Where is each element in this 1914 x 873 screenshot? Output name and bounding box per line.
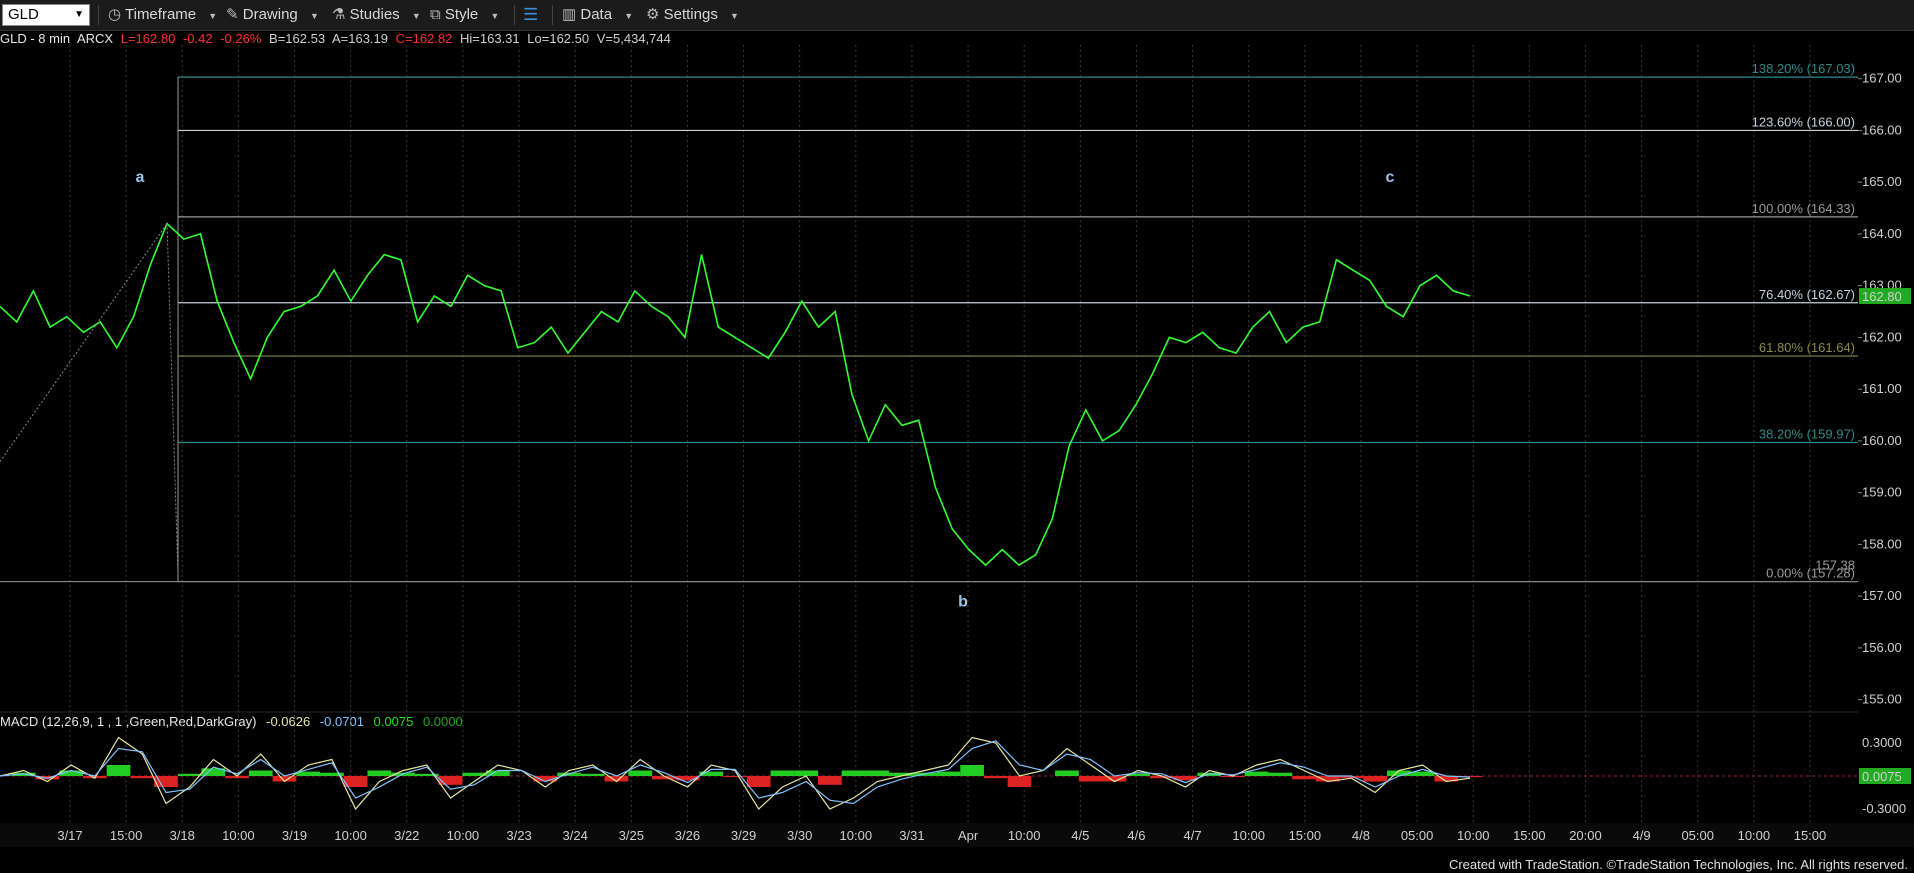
macd-histogram-bar	[367, 770, 392, 776]
macd-histogram-bar	[438, 776, 463, 785]
date-tick-label: 10:00	[1457, 828, 1490, 843]
date-tick-label: 3/24	[563, 828, 588, 843]
date-tick-label: 3/31	[899, 828, 924, 843]
fib-level-label: 76.40% (162.67)	[1759, 287, 1855, 302]
price-series	[0, 222, 1471, 576]
macd-histogram-bar	[628, 770, 653, 776]
fib-level-label: 38.20% (159.97)	[1759, 426, 1855, 441]
date-tick-label: 10:00	[840, 828, 873, 843]
macd-histogram-bar	[1078, 776, 1103, 782]
wave-label-a: a	[136, 169, 145, 186]
date-tick-label: 10:00	[1008, 828, 1041, 843]
macd-histogram-bar	[865, 770, 890, 776]
date-tick-label: 20:00	[1569, 828, 1602, 843]
wave-label-b: b	[958, 594, 968, 611]
date-tick-label: 10:00	[447, 828, 480, 843]
date-tick-label: 10:00	[1738, 828, 1771, 843]
price-tick-label: 161.00	[1862, 381, 1902, 396]
grid	[0, 40, 1914, 847]
date-tick-label: 4/8	[1352, 828, 1370, 843]
macd-tick-label: 0.3000	[1862, 735, 1902, 750]
macd-histogram-bar	[936, 771, 961, 776]
price-tick-label: 166.00	[1862, 122, 1902, 137]
macd-histogram-bar	[106, 765, 131, 776]
date-tick-label: 3/18	[170, 828, 195, 843]
date-tick-label: 3/23	[506, 828, 531, 843]
date-tick-label: 3/25	[619, 828, 644, 843]
macd-histogram-bar	[604, 776, 629, 782]
macd-histogram-bar	[1007, 776, 1032, 787]
macd-current-label: 0.0075	[1862, 769, 1902, 784]
wave-labels: a b c	[136, 169, 1395, 610]
macd-histogram-bar	[770, 770, 795, 776]
macd-histogram-bar	[248, 770, 273, 776]
date-tick-label: 4/7	[1184, 828, 1202, 843]
wave-trend-line	[0, 223, 168, 462]
price-tick-label: 155.00	[1862, 692, 1902, 707]
date-tick-label: 10:00	[1232, 828, 1265, 843]
wave-label-c: c	[1386, 169, 1395, 186]
price-tick-label: 157.00	[1862, 588, 1902, 603]
wave-trend-line	[166, 223, 179, 576]
macd-histogram-bar	[983, 776, 1008, 779]
macd-histogram-bar	[817, 776, 842, 785]
macd-histogram-bar	[723, 776, 747, 778]
date-tick-label: 3/17	[57, 828, 82, 843]
price-chart[interactable]: 138.20% (167.03) 123.60% (166.00) 100.00% …	[0, 0, 1914, 873]
price-tick-label: 160.00	[1862, 433, 1902, 448]
price-tick-label: 159.00	[1862, 485, 1902, 500]
price-tick-label: 162.00	[1862, 329, 1902, 344]
date-tick-label: Apr	[958, 828, 979, 843]
date-tick-label: 10:00	[334, 828, 367, 843]
macd-histogram-bar	[177, 773, 202, 776]
macd-histogram-bar	[1102, 776, 1127, 782]
fib-level-label: 138.20% (167.03)	[1752, 61, 1855, 76]
date-tick-label: 3/22	[394, 828, 419, 843]
date-tick-label: 15:00	[110, 828, 143, 843]
fib-level-label: 123.60% (166.00)	[1752, 114, 1855, 129]
date-tick-label: 15:00	[1513, 828, 1546, 843]
fib-level-label: 100.00% (164.33)	[1752, 201, 1855, 216]
price-tick-label: 156.00	[1862, 640, 1902, 655]
date-tick-label: 10:00	[222, 828, 255, 843]
macd-histogram-bar	[841, 770, 866, 776]
macd-histogram-bar	[1055, 770, 1079, 776]
macd-histogram-bar	[1363, 776, 1388, 782]
macd-tick-label: -0.3000	[1862, 801, 1906, 816]
macd-panel: 0.3000 -0.3000 0.0075	[0, 735, 1911, 816]
date-tick-label: 15:00	[1289, 828, 1322, 843]
macd-histogram-bar	[794, 770, 818, 776]
date-tick-label: 3/19	[282, 828, 307, 843]
macd-histogram-bar	[1292, 776, 1316, 780]
price-tick-label: 165.00	[1862, 174, 1902, 189]
date-tick-label: 3/29	[731, 828, 756, 843]
date-tick-label: 15:00	[1794, 828, 1827, 843]
footer-credit: Created with TradeStation. ©TradeStation…	[1448, 857, 1908, 872]
price-tick-label: 158.00	[1862, 536, 1902, 551]
swing-low-label: 157.38	[1815, 558, 1855, 573]
date-tick-label: 05:00	[1681, 828, 1714, 843]
price-line	[0, 222, 1471, 567]
fib-level-label: 61.80% (161.64)	[1759, 340, 1855, 355]
date-tick-label: 4/6	[1127, 828, 1145, 843]
date-tick-label: 3/26	[675, 828, 700, 843]
date-tick-label: 4/9	[1633, 828, 1651, 843]
macd-histogram-bar	[960, 765, 984, 776]
date-tick-label: 4/5	[1071, 828, 1089, 843]
macd-histogram-bar	[580, 773, 605, 776]
macd-histogram-bar	[1244, 771, 1269, 776]
price-tick-label: 167.00	[1862, 71, 1902, 86]
macd-histogram-bar	[130, 776, 155, 779]
fibonacci-retracement[interactable]: 138.20% (167.03) 123.60% (166.00) 100.00% …	[0, 61, 1858, 583]
date-tick-label: 05:00	[1401, 828, 1434, 843]
date-tick-label: 3/30	[787, 828, 812, 843]
current-price-label: 162.80	[1862, 289, 1902, 304]
macd-histogram-bar	[1268, 772, 1293, 776]
price-tick-label: 164.00	[1862, 226, 1902, 241]
macd-histogram-bar	[746, 776, 771, 787]
